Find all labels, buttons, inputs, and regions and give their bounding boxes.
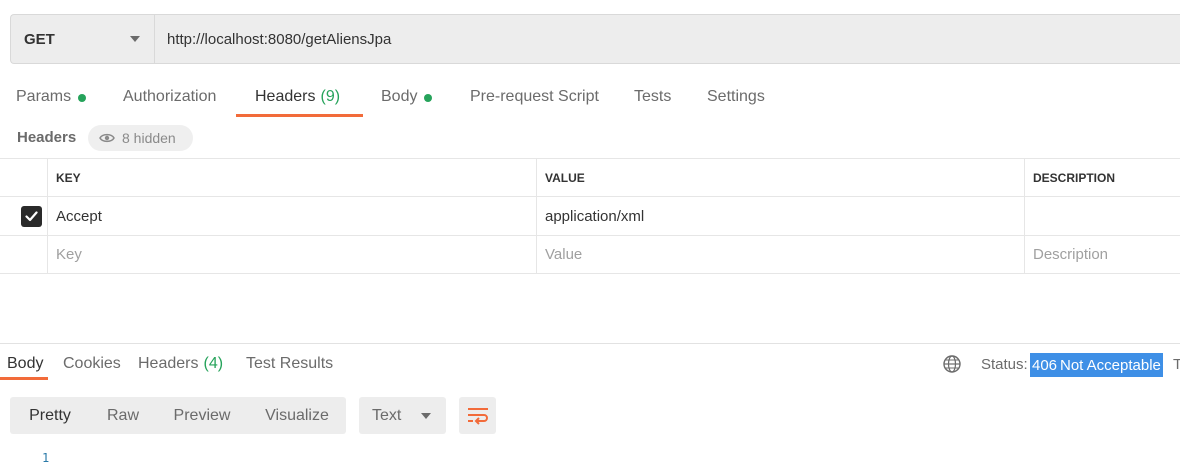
key-text: Accept xyxy=(56,207,102,225)
status-dot-icon xyxy=(78,94,87,102)
globe-icon[interactable] xyxy=(942,354,962,374)
tab-label: Body xyxy=(7,355,44,372)
new-description-input[interactable]: Description xyxy=(1024,236,1180,273)
tab-body[interactable]: Body xyxy=(381,78,433,118)
hidden-headers-toggle[interactable]: 8 hidden xyxy=(88,125,193,151)
preview-button[interactable]: Preview xyxy=(173,397,231,434)
request-bar: GET http://localhost:8080/getAliensJpa xyxy=(10,14,1180,64)
url-text: http://localhost:8080/getAliensJpa xyxy=(167,30,392,48)
format-label: Text xyxy=(372,406,402,424)
table-row: Accept application/xml xyxy=(0,197,1180,236)
response-tab-headers[interactable]: Headers (4) xyxy=(138,355,223,373)
tab-authorization[interactable]: Authorization xyxy=(123,78,216,118)
status-code: 406 xyxy=(1030,353,1060,377)
tab-pre-request-script[interactable]: Pre-request Script xyxy=(470,78,599,118)
column-header-description: DESCRIPTION xyxy=(1024,159,1180,196)
status-label: Status: xyxy=(981,356,1028,373)
column-header-key: KEY xyxy=(47,159,537,196)
value-placeholder: Value xyxy=(545,246,583,263)
chevron-down-icon xyxy=(421,413,431,419)
format-select[interactable]: Text xyxy=(359,397,446,434)
tab-label: Authorization xyxy=(123,88,217,105)
checkmark-icon xyxy=(25,211,38,222)
response-tab-cookies[interactable]: Cookies xyxy=(63,355,121,373)
tab-tests[interactable]: Tests xyxy=(634,78,671,118)
tab-count: (4) xyxy=(203,355,224,372)
tab-count: (9) xyxy=(320,88,341,105)
tab-params[interactable]: Params xyxy=(16,78,87,118)
raw-button[interactable]: Raw xyxy=(106,397,140,434)
hidden-count-label: 8 hidden xyxy=(122,130,176,146)
view-mode-group: Pretty Raw Preview Visualize xyxy=(10,397,346,434)
tab-label: Pre-request Script xyxy=(470,88,599,105)
response-active-tab-indicator xyxy=(0,377,48,380)
tab-label: Params xyxy=(16,88,72,105)
wrap-lines-button[interactable] xyxy=(459,397,496,434)
tab-headers[interactable]: Headers (9) xyxy=(255,78,340,118)
response-tab-test-results[interactable]: Test Results xyxy=(246,355,333,373)
time-label-truncated: T xyxy=(1173,356,1180,373)
tab-label: Cookies xyxy=(63,355,121,372)
new-value-input[interactable]: Value xyxy=(536,236,1025,273)
new-key-input[interactable]: Key xyxy=(47,236,537,273)
tab-label: Body xyxy=(381,88,418,105)
tab-label: Settings xyxy=(707,88,765,105)
tab-label: Test Results xyxy=(246,355,334,372)
status-dot-icon xyxy=(424,94,433,102)
method-select[interactable]: GET xyxy=(10,14,154,64)
column-header-value: VALUE xyxy=(536,159,1025,196)
request-tabs: Params Authorization Headers (9) Body Pr… xyxy=(0,78,1180,118)
tab-label: Tests xyxy=(634,88,672,105)
response-divider[interactable] xyxy=(0,343,1180,344)
url-input[interactable]: http://localhost:8080/getAliensJpa xyxy=(154,14,1180,64)
tab-settings[interactable]: Settings xyxy=(707,78,765,118)
response-tab-body[interactable]: Body xyxy=(7,355,43,373)
eye-icon xyxy=(99,133,115,143)
active-tab-indicator xyxy=(236,114,363,117)
description-placeholder: Description xyxy=(1033,246,1109,263)
visualize-button[interactable]: Visualize xyxy=(265,397,329,434)
description-input[interactable] xyxy=(1024,197,1180,235)
wrap-lines-icon xyxy=(467,407,488,425)
table-header-row: KEY VALUE DESCRIPTION xyxy=(0,158,1180,197)
row-checkbox[interactable] xyxy=(21,206,42,227)
key-placeholder: Key xyxy=(56,246,82,263)
value-text: application/xml xyxy=(545,207,645,225)
key-input[interactable]: Accept xyxy=(47,197,537,235)
table-row-new: Key Value Description xyxy=(0,236,1180,274)
tab-label: Headers xyxy=(255,88,316,105)
chevron-down-icon xyxy=(130,36,140,42)
tab-label: Headers xyxy=(138,355,199,372)
value-input[interactable]: application/xml xyxy=(536,197,1025,235)
status-text: Not Acceptable xyxy=(1058,353,1163,377)
headers-section-title: Headers xyxy=(17,129,77,146)
line-number: 1 xyxy=(42,451,50,465)
pretty-button[interactable]: Pretty xyxy=(28,397,72,434)
method-label: GET xyxy=(24,30,55,48)
